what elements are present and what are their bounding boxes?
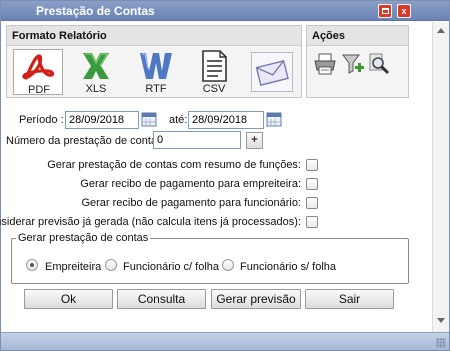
- calendar-end-icon[interactable]: [266, 111, 282, 127]
- radio-funcionario-com-folha[interactable]: [105, 259, 117, 271]
- format-csv-label: CSV: [202, 83, 226, 95]
- search-preview-icon: [369, 53, 390, 75]
- ok-button[interactable]: Ok: [24, 289, 113, 309]
- format-rtf-button[interactable]: RTF: [135, 49, 177, 95]
- calendar-start-icon[interactable]: [141, 111, 157, 127]
- formato-relatorio-panel: Formato Relatório PDF XLS RTF CSV: [6, 25, 302, 98]
- maximize-button[interactable]: [378, 4, 392, 18]
- print-button[interactable]: [313, 52, 337, 76]
- numero-input[interactable]: [153, 131, 241, 149]
- gerar-prestacao-legend: Gerar prestação de contas: [16, 232, 151, 244]
- format-xls-button[interactable]: XLS: [75, 49, 117, 95]
- format-email-button[interactable]: [251, 52, 293, 92]
- option-previsao-gerada-checkbox[interactable]: [306, 216, 318, 228]
- radio-funcionario-sem-folha-label: Funcionário s/ folha: [240, 261, 336, 273]
- word-icon: [140, 53, 172, 79]
- periodo-end-input[interactable]: [188, 111, 264, 129]
- window-title: Prestação de Contas: [36, 4, 155, 18]
- add-filter-icon: [342, 54, 364, 74]
- format-csv-button[interactable]: CSV: [193, 49, 235, 95]
- vertical-scrollbar[interactable]: [432, 22, 449, 332]
- format-pdf-label: PDF: [28, 84, 50, 96]
- option-resumo-funcoes-checkbox[interactable]: [306, 159, 318, 171]
- preview-button[interactable]: [367, 52, 391, 76]
- option-resumo-funcoes-label: Gerar prestação de contas com resumo de …: [47, 159, 301, 171]
- option-previsao-gerada-label: Considerar previsão já gerada (não calcu…: [0, 216, 301, 228]
- sair-button[interactable]: Sair: [305, 289, 394, 309]
- format-rtf-label: RTF: [145, 83, 167, 95]
- resize-grip-icon[interactable]: [436, 338, 446, 348]
- pdf-icon: [22, 54, 55, 80]
- format-xls-label: XLS: [85, 83, 107, 95]
- title-bar[interactable]: Prestação de Contas x: [1, 1, 449, 21]
- scroll-up-icon[interactable]: [437, 28, 445, 33]
- gerar-prestacao-group: Gerar prestação de contas Empreiteira Fu…: [11, 232, 409, 284]
- dialog-window: Prestação de Contas x Formato Relatório …: [0, 0, 450, 351]
- status-bar: [1, 332, 449, 350]
- maximize-icon: [382, 8, 389, 14]
- option-recibo-empreiteira-label: Gerar recibo de pagamento para empreitei…: [80, 178, 301, 190]
- periodo-label: Período :: [19, 114, 64, 126]
- scroll-down-icon[interactable]: [437, 318, 445, 323]
- add-filter-button[interactable]: [341, 52, 365, 76]
- csv-document-icon: [202, 50, 227, 82]
- acoes-heading: Ações: [307, 26, 408, 46]
- option-recibo-funcionario-label: Gerar recibo de pagamento para funcionár…: [81, 197, 301, 209]
- ate-label: até:: [169, 114, 188, 126]
- radio-funcionario-com-folha-label: Funcionário c/ folha: [123, 261, 219, 273]
- acoes-panel: Ações: [306, 25, 409, 98]
- close-button[interactable]: x: [397, 4, 411, 18]
- numero-label: Número da prestação de contas:: [6, 135, 166, 147]
- radio-funcionario-sem-folha[interactable]: [222, 259, 234, 271]
- printer-icon: [314, 53, 336, 75]
- format-pdf-button[interactable]: PDF: [13, 49, 63, 96]
- excel-icon: [83, 53, 109, 79]
- add-numero-button[interactable]: +: [246, 132, 263, 149]
- email-envelope-icon: [255, 60, 289, 86]
- radio-empreiteira-label: Empreiteira: [45, 261, 102, 273]
- periodo-start-input[interactable]: [65, 111, 139, 129]
- close-icon: x: [401, 6, 407, 16]
- option-recibo-funcionario-checkbox[interactable]: [306, 197, 318, 209]
- radio-empreiteira[interactable]: [26, 259, 38, 271]
- option-recibo-empreiteira-checkbox[interactable]: [306, 178, 318, 190]
- formato-relatorio-heading: Formato Relatório: [7, 26, 301, 46]
- consulta-button[interactable]: Consulta: [117, 289, 206, 309]
- gerar-previsao-button[interactable]: Gerar previsão: [211, 289, 301, 309]
